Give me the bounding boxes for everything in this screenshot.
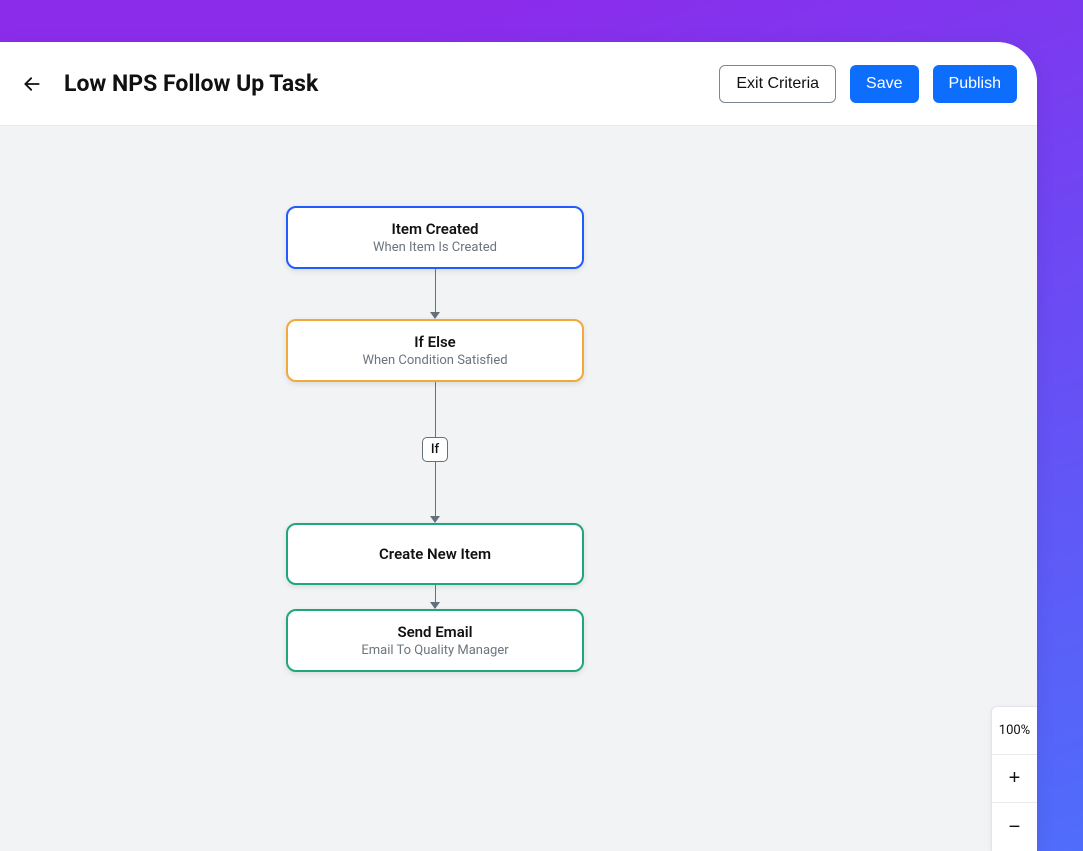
save-button[interactable]: Save: [850, 65, 918, 103]
header-actions: Exit Criteria Save Publish: [719, 65, 1017, 103]
zoom-level: 100%: [992, 707, 1037, 755]
flow-node-create-item[interactable]: Create New Item: [286, 523, 584, 585]
zoom-out-button[interactable]: −: [992, 803, 1037, 851]
node-subtitle: When Item Is Created: [300, 240, 570, 255]
app-header: Low NPS Follow Up Task Exit Criteria Sav…: [0, 42, 1037, 126]
connector: If: [422, 382, 448, 523]
workflow-canvas[interactable]: Item Created When Item Is Created If Els…: [0, 126, 1037, 851]
node-subtitle: When Condition Satisfied: [300, 353, 570, 368]
arrow-down-icon: [430, 602, 440, 609]
node-title: Create New Item: [300, 545, 570, 563]
arrow-left-icon: [22, 74, 42, 94]
connector: [430, 585, 440, 609]
flow-node-trigger[interactable]: Item Created When Item Is Created: [286, 206, 584, 269]
zoom-in-button[interactable]: +: [992, 755, 1037, 802]
flow-node-send-email[interactable]: Send Email Email To Quality Manager: [286, 609, 584, 672]
node-title: Send Email: [300, 623, 570, 641]
flow-column: Item Created When Item Is Created If Els…: [286, 206, 584, 672]
node-title: If Else: [300, 333, 570, 351]
page-title: Low NPS Follow Up Task: [64, 70, 699, 97]
back-button[interactable]: [20, 72, 44, 96]
exit-criteria-button[interactable]: Exit Criteria: [719, 65, 836, 103]
connector: [430, 269, 440, 319]
app-window: Low NPS Follow Up Task Exit Criteria Sav…: [0, 42, 1037, 851]
arrow-down-icon: [430, 516, 440, 523]
node-subtitle: Email To Quality Manager: [300, 643, 570, 658]
arrow-down-icon: [430, 312, 440, 319]
flow-node-condition[interactable]: If Else When Condition Satisfied: [286, 319, 584, 382]
zoom-panel: 100% + −: [991, 706, 1037, 851]
branch-label-if[interactable]: If: [422, 437, 448, 462]
publish-button[interactable]: Publish: [933, 65, 1017, 103]
node-title: Item Created: [300, 220, 570, 238]
